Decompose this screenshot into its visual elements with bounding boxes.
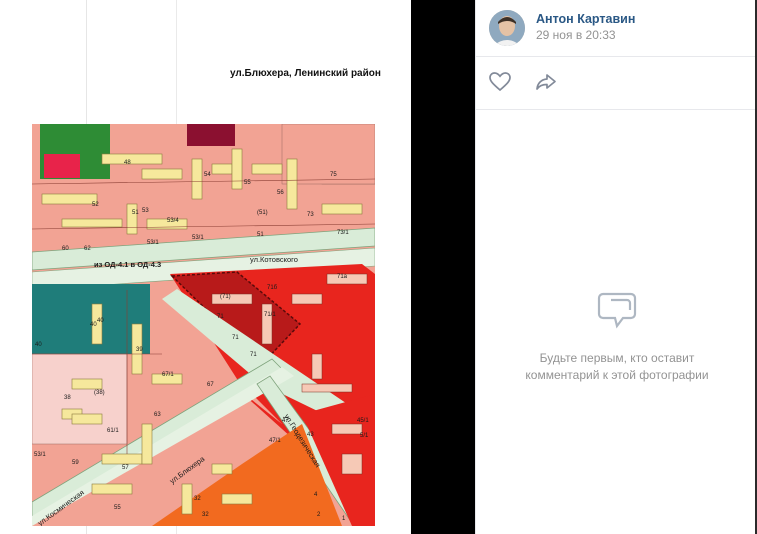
svg-text:40: 40 [97,318,104,324]
svg-text:61/1: 61/1 [107,428,119,434]
svg-text:47/1: 47/1 [269,438,281,444]
svg-text:59: 59 [72,460,79,466]
divider [476,109,757,110]
svg-text:73: 73 [307,212,314,218]
post-header: Антон Картавин 29 ноя в 20:33 [476,0,757,56]
svg-text:39: 39 [136,347,143,353]
comments-icon [597,292,637,329]
svg-text:32: 32 [194,496,201,502]
svg-text:40: 40 [90,322,97,328]
viewer-separator [411,0,475,534]
svg-text:38: 38 [64,395,71,401]
avatar[interactable] [489,10,525,46]
svg-text:57: 57 [122,465,129,471]
photo-area[interactable]: ул.Блюхера, Ленинский район 48 52 51 53 … [0,0,411,534]
share-arrow-icon[interactable] [533,70,559,94]
svg-text:51: 51 [257,232,264,238]
svg-text:53/1: 53/1 [34,452,46,458]
post-date-link[interactable]: 29 ноя в 20:33 [536,28,616,42]
author-name-link[interactable]: Антон Картавин [536,12,635,26]
svg-text:73/1: 73/1 [337,230,349,236]
svg-text:48: 48 [124,160,131,166]
svg-text:ул.Котовского: ул.Котовского [250,255,298,264]
photo-viewer: ул.Блюхера, Ленинский район 48 52 51 53 … [0,0,757,534]
svg-text:71: 71 [232,335,239,341]
svg-text:53: 53 [142,208,149,214]
svg-text:53/4: 53/4 [167,218,179,224]
svg-text:71/1: 71/1 [264,312,276,318]
svg-text:52: 52 [92,202,99,208]
svg-text:63: 63 [154,412,161,418]
svg-text:67/1: 67/1 [162,372,174,378]
svg-text:56: 56 [277,190,284,196]
svg-text:54: 54 [204,172,211,178]
svg-text:45/1: 45/1 [357,418,369,424]
svg-text:43: 43 [307,432,314,438]
svg-text:40: 40 [35,342,42,348]
svg-text:53/1: 53/1 [147,240,159,246]
svg-text:32: 32 [202,512,209,518]
zoning-map: 48 52 51 53 53/4 60 62 53/1 53/1 54 55 5… [32,124,375,526]
svg-text:5/1: 5/1 [360,433,369,439]
svg-text:(38): (38) [94,390,105,396]
svg-text:71б: 71б [267,285,278,291]
svg-text:71а: 71а [337,274,348,280]
svg-text:71: 71 [217,314,224,320]
svg-text:51: 51 [132,210,139,216]
zone-change-label: из ОД-4.1 в ОД-4.3 [94,260,161,269]
svg-text:60: 60 [62,246,69,252]
svg-text:55: 55 [114,505,121,511]
empty-comments-placeholder: Будьте первым, кто оставит комментарий к… [476,290,757,384]
document-title: ул.Блюхера, Ленинский район [230,68,381,79]
svg-text:67: 67 [207,382,214,388]
svg-text:75: 75 [330,172,337,178]
svg-text:62: 62 [84,246,91,252]
post-actions [476,57,757,109]
svg-text:53/1: 53/1 [192,235,204,241]
photo-sidebar: Антон Картавин 29 ноя в 20:33 Будьте пер… [475,0,757,534]
svg-text:55: 55 [244,180,251,186]
empty-comments-text: Будьте первым, кто оставит комментарий к… [525,351,709,382]
svg-text:71: 71 [250,352,257,358]
svg-text:(51): (51) [257,210,268,216]
heart-icon[interactable] [487,70,513,94]
svg-text:(71): (71) [220,294,231,300]
